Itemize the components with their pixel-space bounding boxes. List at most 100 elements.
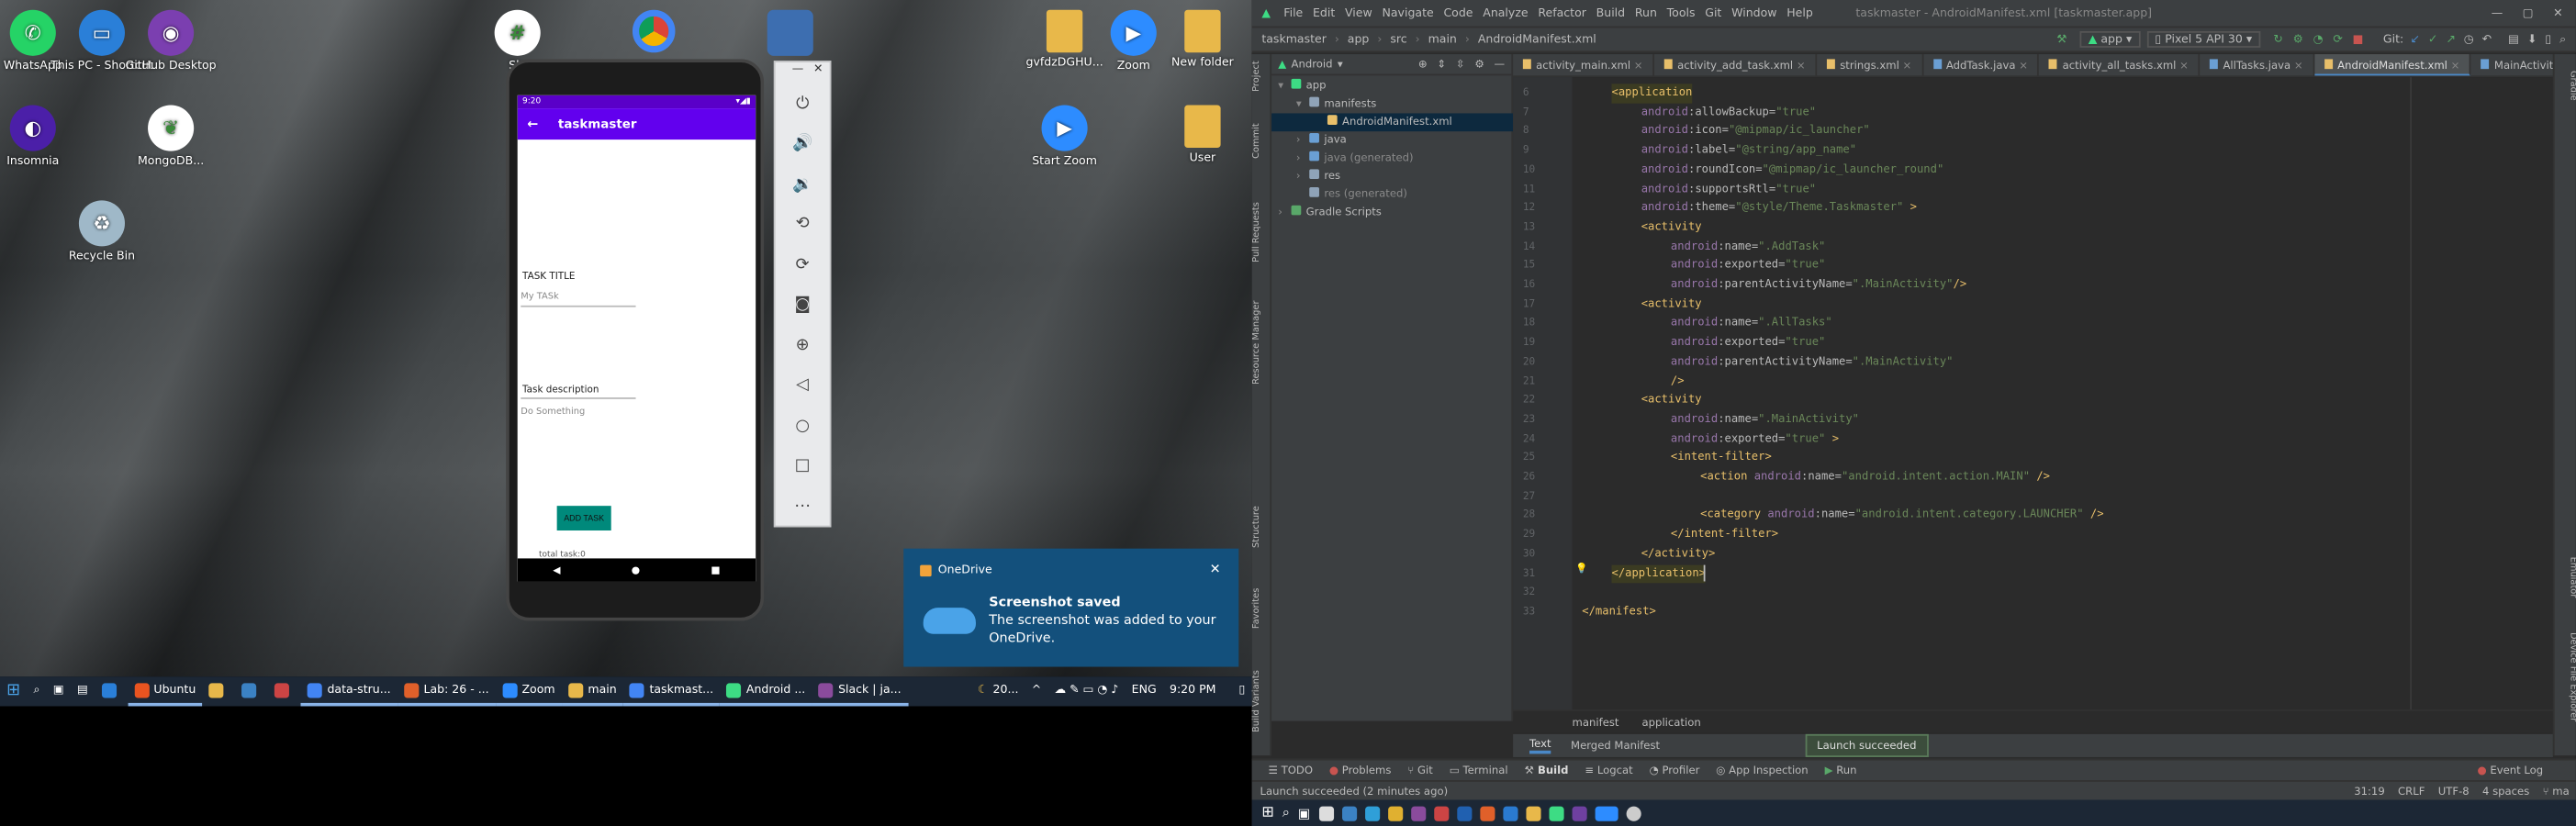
- hide-panel-icon[interactable]: —: [1495, 58, 1506, 71]
- menu-item[interactable]: Help: [1786, 6, 1813, 19]
- editor-tab[interactable]: MainActivity.java ×: [2471, 54, 2553, 75]
- menu-item[interactable]: File: [1283, 6, 1303, 19]
- tool-window-button[interactable]: ▶ Run: [1825, 764, 1857, 776]
- code-line[interactable]: android:exported="true" >: [1671, 430, 1839, 449]
- code-line[interactable]: android:name=".AddTask": [1671, 238, 1825, 257]
- search-everywhere-icon[interactable]: ⌕: [2559, 32, 2566, 47]
- code-line[interactable]: android:icon="@mipmap/ic_launcher": [1641, 122, 1870, 141]
- tool-strip-tab[interactable]: Build Variants: [1252, 670, 1271, 732]
- edge-icon[interactable]: [1364, 805, 1380, 820]
- rotate-right-icon[interactable]: ⟳: [776, 245, 830, 285]
- tree-item[interactable]: ▾ app: [1271, 77, 1513, 95]
- code-line[interactable]: <activity: [1641, 391, 1702, 410]
- code-line[interactable]: </application>: [1611, 564, 1707, 584]
- notification-icon[interactable]: ▯: [1232, 676, 1251, 706]
- zoom-icon[interactable]: ⊕: [776, 325, 830, 365]
- desktop-icon[interactable]: ❦ MongoDB...: [113, 105, 228, 168]
- breadcrumb-item[interactable]: taskmaster: [1261, 33, 1327, 46]
- tool-strip-tab[interactable]: Gradle: [2555, 71, 2576, 101]
- editor-tab[interactable]: activity_all_tasks.xml ×: [2040, 54, 2201, 76]
- taskbar-app-button[interactable]: Slack | ja...: [812, 676, 908, 707]
- tree-item[interactable]: › java (generated): [1271, 150, 1513, 168]
- language-indicator[interactable]: ENG: [1125, 676, 1162, 706]
- code-line[interactable]: </manifest>: [1582, 603, 1656, 622]
- git-branch[interactable]: ⑂ ma: [2543, 784, 2570, 797]
- nav-recents-icon[interactable]: ■: [711, 564, 720, 576]
- code-line[interactable]: <intent-filter>: [1671, 449, 1772, 468]
- editor-tab[interactable]: activity_main.xml ×: [1513, 54, 1655, 76]
- volume-down-icon[interactable]: 🔉: [776, 164, 830, 205]
- tool-window-button[interactable]: ● Problems: [1329, 764, 1391, 776]
- xml-breadcrumb-item[interactable]: application: [1642, 715, 1701, 728]
- volume-up-icon[interactable]: 🔊: [776, 124, 830, 164]
- run-config-dropdown[interactable]: ▲ app ▾: [2079, 31, 2141, 48]
- menu-item[interactable]: Tools: [1667, 6, 1696, 19]
- tree-arrow-icon[interactable]: ›: [1278, 204, 1291, 222]
- code-line[interactable]: android:name=".AllTasks": [1671, 314, 1832, 333]
- taskbar-clock[interactable]: 9:20 PM: [1163, 676, 1233, 706]
- pinned-app-icon[interactable]: [235, 676, 268, 706]
- chrome-icon[interactable]: [632, 9, 676, 53]
- tree-arrow-icon[interactable]: ▾: [1278, 77, 1291, 95]
- sdk-manager-icon[interactable]: ⬇: [2527, 33, 2537, 46]
- run-icon[interactable]: ↻: [2273, 33, 2283, 46]
- windows-start-icon[interactable]: ⊞: [0, 676, 27, 706]
- tab-close-icon[interactable]: ×: [1899, 59, 1912, 72]
- tab-close-icon[interactable]: ×: [2016, 59, 2028, 72]
- close-button[interactable]: ✕: [2553, 6, 2563, 19]
- power-icon[interactable]: ⏻: [776, 84, 830, 124]
- desktop-icon[interactable]: ♻ Recycle Bin: [44, 200, 159, 262]
- code-line[interactable]: android:allowBackup="true": [1641, 103, 1816, 122]
- taskbar-app-button[interactable]: Lab: 26 - ...: [397, 676, 496, 707]
- minimize-button[interactable]: —: [2492, 6, 2503, 19]
- tool-window-button[interactable]: ◎ App Inspection: [1716, 764, 1808, 776]
- avd-manager-icon[interactable]: ▯: [2545, 33, 2551, 46]
- pinned-app-icon[interactable]: [95, 676, 128, 706]
- manifest-subtab[interactable]: Merged Manifest: [1571, 739, 1660, 752]
- tree-arrow-icon[interactable]: ›: [1296, 168, 1309, 186]
- code-line[interactable]: android:parentActivityName=".MainActivit…: [1671, 276, 1966, 296]
- code-line[interactable]: <action android:name="android.intent.act…: [1700, 468, 2050, 487]
- nav-back-icon[interactable]: ◀: [553, 564, 560, 576]
- xml-breadcrumb-item[interactable]: manifest: [1573, 715, 1619, 728]
- photos-icon[interactable]: [1433, 805, 1449, 820]
- tree-item[interactable]: › java: [1271, 131, 1513, 150]
- tree-item[interactable]: res (generated): [1271, 185, 1513, 204]
- folder-icon[interactable]: [1525, 805, 1540, 820]
- back-arrow-icon[interactable]: ←: [527, 117, 538, 131]
- code-line[interactable]: <category android:name="android.intent.c…: [1700, 507, 2103, 526]
- windows-start-icon[interactable]: ⊞: [1261, 805, 1274, 821]
- task-title-input[interactable]: My TASk: [521, 293, 558, 303]
- launch-toast[interactable]: Launch succeeded: [1805, 733, 1929, 757]
- tool-strip-tab[interactable]: Device File Explorer: [2555, 632, 2576, 721]
- tool-strip-tab[interactable]: Pull Requests: [1252, 202, 1271, 262]
- code-line[interactable]: </activity>: [1641, 545, 1716, 564]
- menu-item[interactable]: Window: [1731, 6, 1776, 19]
- breadcrumb-item[interactable]: AndroidManifest.xml: [1478, 33, 1596, 46]
- terminal-icon[interactable]: [1456, 805, 1472, 820]
- expand-all-icon[interactable]: ⇕: [1437, 58, 1446, 71]
- git-history-icon[interactable]: ◷: [2464, 33, 2474, 46]
- git-push-icon[interactable]: ↗: [2446, 33, 2456, 46]
- tool-window-button[interactable]: ⚒ Build: [1525, 764, 1569, 776]
- cursor-position[interactable]: 31:19: [2354, 784, 2385, 797]
- editor-tab[interactable]: activity_add_task.xml ×: [1654, 54, 1818, 76]
- project-view-dropdown[interactable]: Android: [1292, 58, 1333, 71]
- manifest-subtab[interactable]: Text: [1529, 737, 1551, 754]
- mail-icon[interactable]: [1341, 805, 1357, 820]
- taskbar-app-button[interactable]: taskmast...: [622, 676, 721, 707]
- home-icon[interactable]: ○: [776, 406, 830, 446]
- database-icon[interactable]: [767, 9, 813, 56]
- tool-strip-tab[interactable]: Project: [1252, 61, 1271, 92]
- code-line[interactable]: <activity: [1641, 218, 1702, 238]
- emulator-close-button[interactable]: ✕: [813, 62, 823, 84]
- add-task-button[interactable]: ADD TASK: [556, 506, 611, 531]
- apply-changes-icon[interactable]: ⟳: [2333, 33, 2343, 46]
- locate-icon[interactable]: ⊕: [1418, 58, 1428, 71]
- pinned-app-icon[interactable]: [202, 676, 235, 706]
- tool-strip-tab[interactable]: Emulator: [2555, 557, 2576, 598]
- menu-item[interactable]: Git: [1705, 6, 1721, 19]
- code-line[interactable]: android:label="@string/app_name": [1641, 141, 1856, 161]
- vscode-icon[interactable]: [1502, 805, 1518, 820]
- chrome-icon[interactable]: [1387, 805, 1403, 820]
